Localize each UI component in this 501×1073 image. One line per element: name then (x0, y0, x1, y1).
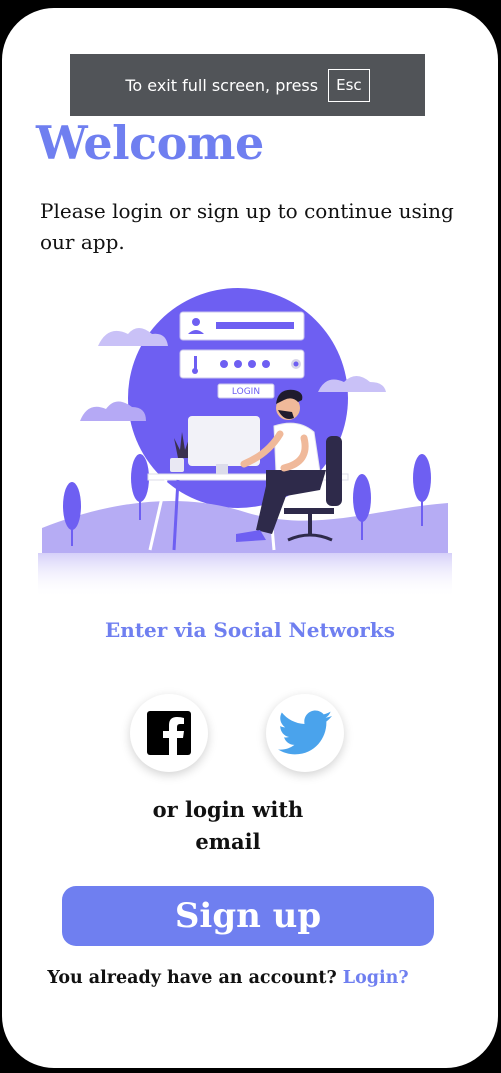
login-link[interactable]: Login? (343, 968, 409, 988)
login-illustration: LOGIN (38, 288, 452, 598)
fullscreen-exit-banner: To exit full screen, press Esc (70, 54, 425, 116)
email-login-line1: or login with (152, 797, 304, 822)
sign-up-button[interactable]: Sign up (62, 886, 434, 946)
facebook-icon (147, 711, 191, 755)
illustration-login-label: LOGIN (232, 387, 260, 397)
account-prompt-text: You already have an account? (47, 968, 337, 988)
page-title: Welcome (36, 116, 264, 170)
email-login-line2: email (195, 829, 261, 854)
email-login-text[interactable]: or login with email (2, 794, 454, 858)
social-networks-heading: Enter via Social Networks (105, 618, 395, 642)
twitter-login-button[interactable] (266, 694, 344, 772)
facebook-login-button[interactable] (130, 694, 208, 772)
phone-screen: To exit full screen, press Esc Welcome P… (2, 8, 498, 1068)
twitter-icon (278, 710, 332, 755)
login-prompt: You already have an account? Login? (2, 968, 454, 988)
page-subtitle: Please login or sign up to continue usin… (40, 199, 454, 254)
fullscreen-banner-text: To exit full screen, press (125, 75, 319, 95)
esc-key-hint: Esc (328, 68, 370, 102)
